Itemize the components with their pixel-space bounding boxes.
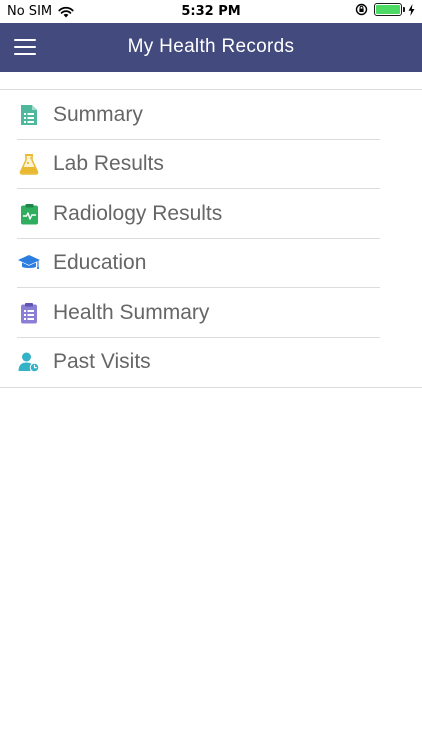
- charging-bolt-icon: [408, 3, 415, 16]
- list-item-past-visits[interactable]: Past Visits: [17, 338, 380, 388]
- list-item-summary[interactable]: Summary: [17, 90, 380, 140]
- rotation-lock-icon: [355, 3, 368, 16]
- document-list-icon: [17, 103, 41, 127]
- user-clock-icon: [17, 350, 41, 374]
- list-item-label: Radiology Results: [53, 201, 223, 225]
- list-item-label: Lab Results: [53, 152, 164, 176]
- graduation-cap-icon: [17, 251, 41, 275]
- list-item-lab-results[interactable]: Lab Results: [17, 140, 380, 190]
- page-title: My Health Records: [127, 36, 295, 57]
- list-item-radiology-results[interactable]: Radiology Results: [17, 189, 380, 239]
- list-item-label: Health Summary: [53, 300, 210, 324]
- health-records-list: Summary Lab Results Radiology Results Ed…: [0, 89, 422, 388]
- status-bar: No SIM 5:32 PM: [0, 0, 422, 23]
- list-item-education[interactable]: Education: [17, 239, 380, 289]
- clipboard-list-icon: [17, 301, 41, 325]
- flask-icon: [17, 152, 41, 176]
- clipboard-pulse-icon: [17, 202, 41, 226]
- list-item-label: Summary: [53, 102, 143, 126]
- battery-fill: [376, 5, 400, 14]
- battery-icon: [374, 3, 405, 16]
- list-item-health-summary[interactable]: Health Summary: [17, 288, 380, 338]
- status-right: [355, 3, 415, 16]
- list-item-label: Education: [53, 251, 147, 275]
- list-item-label: Past Visits: [53, 350, 151, 374]
- nav-bar: My Health Records: [0, 23, 422, 72]
